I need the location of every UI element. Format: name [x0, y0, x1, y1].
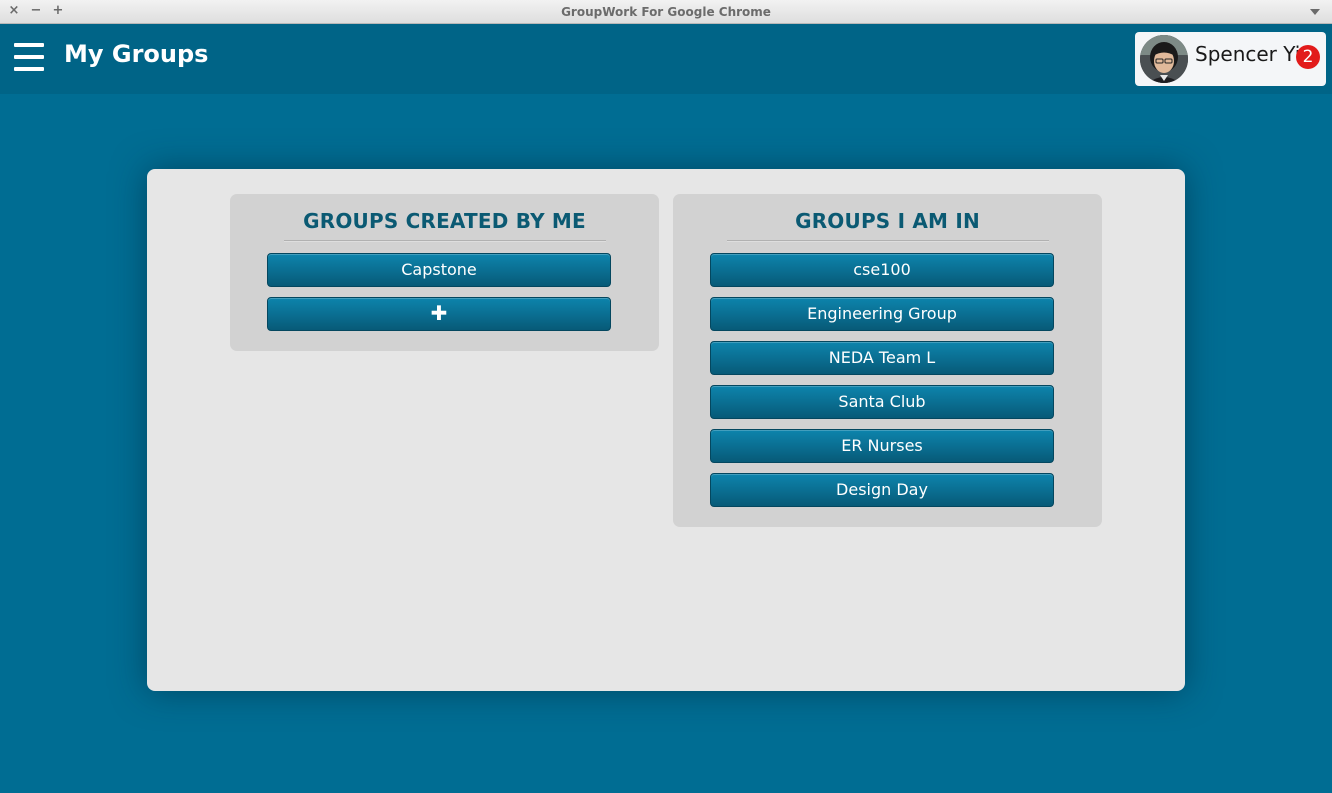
groups-created-panel: GROUPS CREATED BY ME Capstone ✚: [230, 194, 659, 351]
user-name: Spencer Yi: [1195, 42, 1301, 66]
page-title: My Groups: [64, 40, 209, 68]
group-button-neda-team-l[interactable]: NEDA Team L: [710, 341, 1054, 375]
window-titlebar: × − + GroupWork For Google Chrome: [0, 0, 1332, 24]
heading-divider: [284, 240, 606, 242]
heading-divider: [727, 240, 1049, 242]
groups-card: GROUPS CREATED BY ME Capstone ✚ GROUPS I…: [147, 169, 1185, 691]
group-button-cse100[interactable]: cse100: [710, 253, 1054, 287]
group-button-engineering-group[interactable]: Engineering Group: [710, 297, 1054, 331]
add-group-button[interactable]: ✚: [267, 297, 611, 331]
notification-badge[interactable]: 2: [1296, 45, 1320, 69]
window-title: GroupWork For Google Chrome: [561, 5, 771, 19]
app-header: My Groups Spencer Yi 2: [0, 24, 1332, 94]
groups-member-heading: GROUPS I AM IN: [795, 209, 980, 233]
hamburger-menu-icon[interactable]: [14, 43, 44, 71]
window-menu-arrow-icon[interactable]: [1310, 9, 1320, 15]
group-button-design-day[interactable]: Design Day: [710, 473, 1054, 507]
group-button-er-nurses[interactable]: ER Nurses: [710, 429, 1054, 463]
user-profile-button[interactable]: Spencer Yi 2: [1135, 32, 1326, 86]
groups-created-heading: GROUPS CREATED BY ME: [303, 209, 586, 233]
group-button-capstone[interactable]: Capstone: [267, 253, 611, 287]
group-button-santa-club[interactable]: Santa Club: [710, 385, 1054, 419]
user-avatar: [1140, 35, 1188, 83]
groups-member-panel: GROUPS I AM IN cse100 Engineering Group …: [673, 194, 1102, 527]
